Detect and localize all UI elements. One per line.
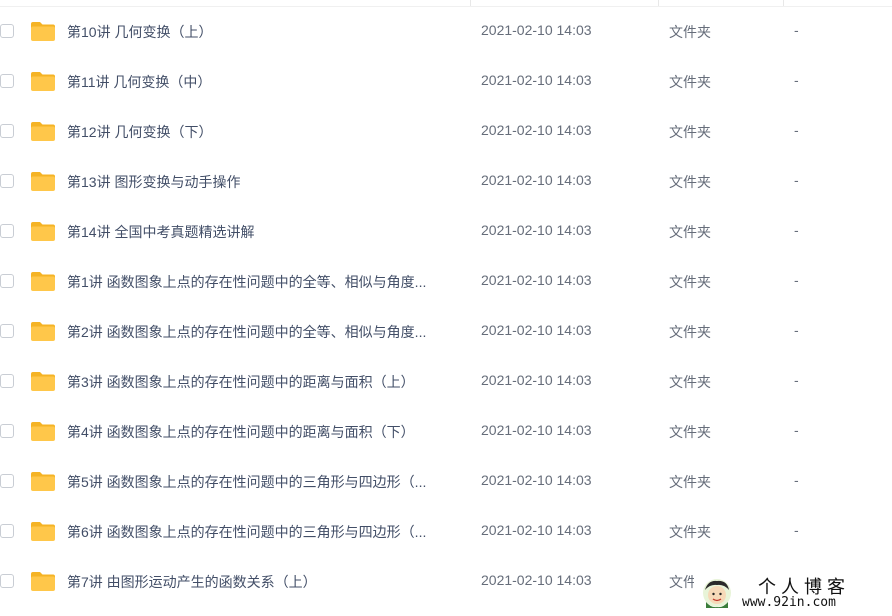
file-row[interactable]: 第3讲 函数图象上点的存在性问题中的距离与面积（上） 2021-02-10 14… (0, 357, 892, 407)
file-row[interactable]: 第11讲 几何变换（中） 2021-02-10 14:03 文件夹 - (0, 57, 892, 107)
file-name[interactable]: 第10讲 几何变换（上） (67, 22, 462, 42)
folder-icon (31, 272, 55, 291)
row-checkbox[interactable] (0, 74, 14, 88)
file-type: 文件夹 (669, 174, 711, 190)
row-checkbox[interactable] (0, 24, 14, 38)
file-size: - (794, 322, 799, 338)
file-name[interactable]: 第13讲 图形变换与动手操作 (67, 172, 462, 192)
file-modified-time: 2021-02-10 14:03 (481, 172, 592, 188)
file-modified-time: 2021-02-10 14:03 (481, 72, 592, 88)
file-type: 文件夹 (669, 424, 711, 440)
file-type: 文件夹 (669, 24, 711, 40)
folder-icon (31, 322, 55, 341)
file-name[interactable]: 第4讲 函数图象上点的存在性问题中的距离与面积（下） (67, 422, 462, 442)
row-checkbox[interactable] (0, 274, 14, 288)
file-name[interactable]: 第2讲 函数图象上点的存在性问题中的全等、相似与角度... (67, 322, 462, 342)
file-row[interactable]: 第10讲 几何变换（上） 2021-02-10 14:03 文件夹 - (0, 7, 892, 57)
file-type: 文件夹 (669, 274, 711, 290)
file-size: - (794, 72, 799, 88)
file-size: - (794, 122, 799, 138)
file-type: 文件夹 (669, 224, 711, 240)
column-divider[interactable] (783, 0, 784, 6)
row-checkbox[interactable] (0, 524, 14, 538)
file-modified-time: 2021-02-10 14:03 (481, 322, 592, 338)
file-type: 文件夹 (669, 124, 711, 140)
file-row[interactable]: 第5讲 函数图象上点的存在性问题中的三角形与四边形（... 2021-02-10… (0, 457, 892, 507)
folder-icon (31, 572, 55, 591)
file-row[interactable]: 第2讲 函数图象上点的存在性问题中的全等、相似与角度... 2021-02-10… (0, 307, 892, 357)
folder-icon (31, 122, 55, 141)
file-name[interactable]: 第1讲 函数图象上点的存在性问题中的全等、相似与角度... (67, 272, 462, 292)
file-modified-time: 2021-02-10 14:03 (481, 272, 592, 288)
row-checkbox[interactable] (0, 324, 14, 338)
file-modified-time: 2021-02-10 14:03 (481, 422, 592, 438)
file-size: - (794, 272, 799, 288)
row-checkbox[interactable] (0, 574, 14, 588)
row-checkbox[interactable] (0, 174, 14, 188)
column-divider[interactable] (470, 0, 471, 6)
file-row[interactable]: 第6讲 函数图象上点的存在性问题中的三角形与四边形（... 2021-02-10… (0, 507, 892, 557)
row-checkbox[interactable] (0, 124, 14, 138)
file-modified-time: 2021-02-10 14:03 (481, 122, 592, 138)
row-checkbox[interactable] (0, 424, 14, 438)
file-name[interactable]: 第12讲 几何变换（下） (67, 122, 462, 142)
row-checkbox[interactable] (0, 474, 14, 488)
file-size: - (794, 372, 799, 388)
avatar-icon (703, 579, 731, 608)
folder-icon (31, 472, 55, 491)
row-checkbox[interactable] (0, 374, 14, 388)
file-row[interactable]: 第4讲 函数图象上点的存在性问题中的距离与面积（下） 2021-02-10 14… (0, 407, 892, 457)
file-type: 文件夹 (669, 474, 711, 490)
folder-icon (31, 172, 55, 191)
folder-icon (31, 72, 55, 91)
file-size: - (794, 222, 799, 238)
folder-icon (31, 222, 55, 241)
file-name[interactable]: 第6讲 函数图象上点的存在性问题中的三角形与四边形（... (67, 522, 462, 542)
file-name[interactable]: 第7讲 由图形运动产生的函数关系（上） (67, 572, 462, 592)
file-size: - (794, 422, 799, 438)
file-name[interactable]: 第11讲 几何变换（中） (67, 72, 462, 92)
file-row[interactable]: 第14讲 全国中考真题精选讲解 2021-02-10 14:03 文件夹 - (0, 207, 892, 257)
file-size: - (794, 22, 799, 38)
file-row[interactable]: 第12讲 几何变换（下） 2021-02-10 14:03 文件夹 - (0, 107, 892, 157)
folder-icon (31, 372, 55, 391)
file-list: 第10讲 几何变换（上） 2021-02-10 14:03 文件夹 - 第11讲… (0, 7, 892, 607)
folder-icon (31, 422, 55, 441)
watermark-url: www.92in.com (742, 595, 836, 610)
file-size: - (794, 472, 799, 488)
file-type: 文件夹 (669, 374, 711, 390)
file-modified-time: 2021-02-10 14:03 (481, 522, 592, 538)
file-name[interactable]: 第5讲 函数图象上点的存在性问题中的三角形与四边形（... (67, 472, 462, 492)
folder-icon (31, 522, 55, 541)
file-type: 文件夹 (669, 74, 711, 90)
file-modified-time: 2021-02-10 14:03 (481, 572, 592, 588)
folder-icon (31, 22, 55, 41)
file-row[interactable]: 第1讲 函数图象上点的存在性问题中的全等、相似与角度... 2021-02-10… (0, 257, 892, 307)
row-checkbox[interactable] (0, 224, 14, 238)
file-size: - (794, 172, 799, 188)
file-name[interactable]: 第14讲 全国中考真题精选讲解 (67, 222, 462, 242)
file-modified-time: 2021-02-10 14:03 (481, 222, 592, 238)
file-modified-time: 2021-02-10 14:03 (481, 22, 592, 38)
file-type: 文件 (669, 574, 697, 590)
file-size: - (794, 522, 799, 538)
file-type: 文件夹 (669, 324, 711, 340)
file-modified-time: 2021-02-10 14:03 (481, 472, 592, 488)
file-modified-time: 2021-02-10 14:03 (481, 372, 592, 388)
file-type: 文件夹 (669, 524, 711, 540)
table-header-border (0, 0, 892, 7)
column-divider[interactable] (658, 0, 659, 6)
watermark: 个人博客 www.92in.com (694, 566, 892, 616)
file-row[interactable]: 第13讲 图形变换与动手操作 2021-02-10 14:03 文件夹 - (0, 157, 892, 207)
file-name[interactable]: 第3讲 函数图象上点的存在性问题中的距离与面积（上） (67, 372, 462, 392)
